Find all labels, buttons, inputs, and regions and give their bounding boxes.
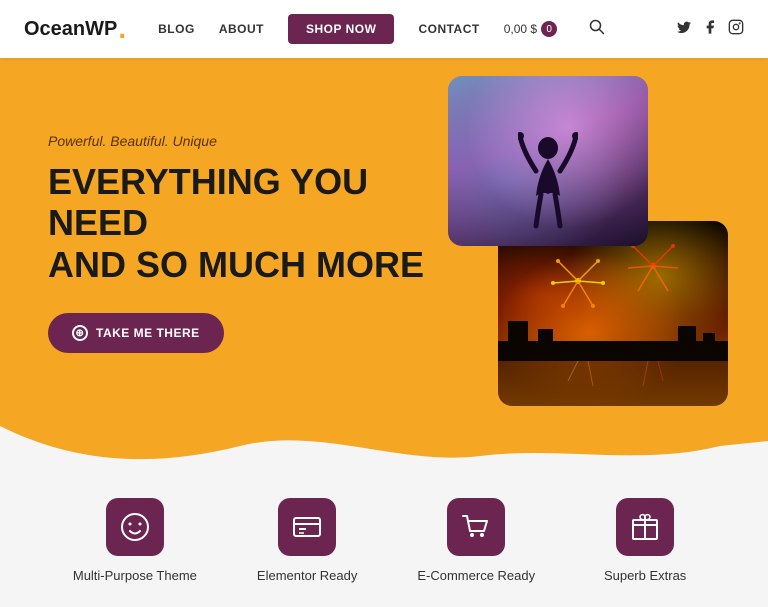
hero-image-fireworks: [498, 221, 728, 406]
take-me-there-button[interactable]: ⊕ TAKE ME THERE: [48, 313, 224, 353]
ecommerce-icon-box: [447, 498, 505, 556]
nav-links: BLOG ABOUT SHOP NOW CONTACT 0,00 $ 0: [158, 14, 676, 44]
concert-silhouette: [518, 126, 578, 246]
hero-title: EVERYTHING YOU NEED AND SO MUCH MORE: [48, 161, 448, 285]
hero-btn-label: TAKE ME THERE: [96, 326, 200, 340]
hero-title-line1: EVERYTHING YOU NEED: [48, 161, 368, 243]
logo-dot: .: [118, 15, 126, 43]
fireworks-svg: [498, 221, 728, 406]
instagram-icon[interactable]: [728, 19, 744, 40]
hero-section: Powerful. Beautiful. Unique EVERYTHING Y…: [0, 58, 768, 428]
smiley-icon: [120, 512, 150, 542]
extras-icon-box: [616, 498, 674, 556]
twitter-icon[interactable]: [676, 19, 692, 40]
hero-subtitle: Powerful. Beautiful. Unique: [48, 133, 448, 149]
wave-divider: [0, 426, 768, 466]
search-icon: [589, 19, 605, 35]
navbar: OceanWP. BLOG ABOUT SHOP NOW CONTACT 0,0…: [0, 0, 768, 58]
cart-button[interactable]: 0,00 $ 0: [504, 21, 557, 37]
hero-image-concert: [448, 76, 648, 246]
cart-count: 0: [541, 21, 557, 37]
cart-icon: [461, 512, 491, 542]
elementor-icon-box: [278, 498, 336, 556]
cart-price: 0,00 $: [504, 22, 537, 36]
multipurpose-icon-box: [106, 498, 164, 556]
hero-title-line2: AND SO MUCH MORE: [48, 244, 424, 285]
nav-blog[interactable]: BLOG: [158, 22, 195, 36]
hero-content: Powerful. Beautiful. Unique EVERYTHING Y…: [48, 133, 448, 353]
nav-about[interactable]: ABOUT: [219, 22, 264, 36]
hero-images: [408, 76, 728, 406]
gift-icon: [630, 512, 660, 542]
facebook-icon[interactable]: [702, 19, 718, 40]
shop-now-button[interactable]: SHOP NOW: [288, 14, 394, 44]
feature-ecommerce: E-Commerce Ready: [417, 498, 535, 583]
wave-svg: [0, 426, 768, 466]
fireworks-visual: [498, 221, 728, 406]
logo-text: OceanWP: [24, 18, 117, 41]
search-button[interactable]: [589, 19, 605, 40]
nav-contact[interactable]: CONTACT: [418, 22, 479, 36]
feature-multipurpose: Multi-Purpose Theme: [73, 498, 197, 583]
social-icons: [676, 19, 744, 40]
feature-extras: Superb Extras: [595, 498, 695, 583]
arrow-circle-icon: ⊕: [72, 325, 88, 341]
features-section: Multi-Purpose Theme Elementor Ready E-Co…: [0, 466, 768, 607]
card-icon: [292, 512, 322, 542]
feature-elementor: Elementor Ready: [257, 498, 357, 583]
logo: OceanWP.: [24, 15, 126, 43]
